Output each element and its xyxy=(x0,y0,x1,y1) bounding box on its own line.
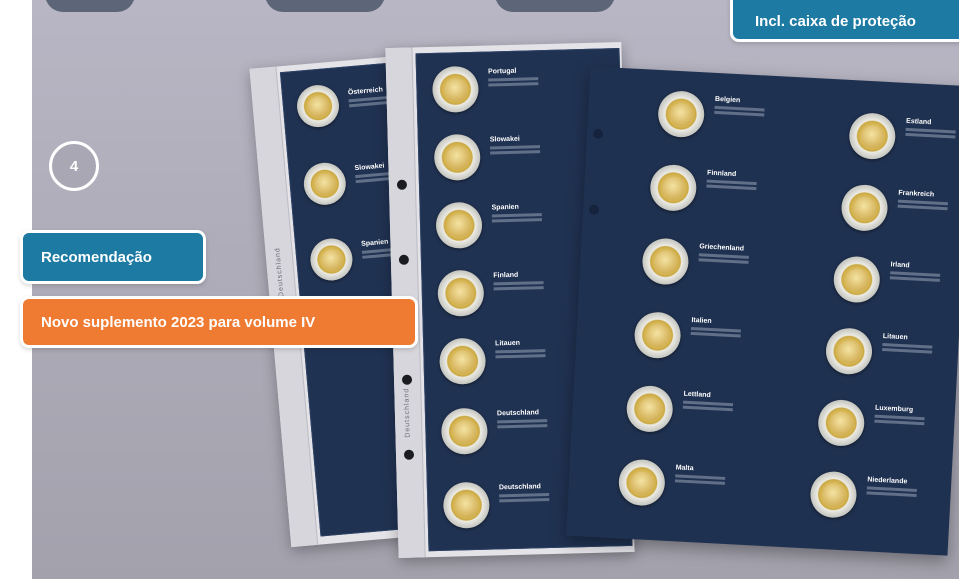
coin xyxy=(641,237,690,286)
new-supplement-badge: Novo suplemento 2023 para volume IV xyxy=(20,296,418,348)
coin-label: Slowakei xyxy=(490,134,541,155)
punch-hole xyxy=(588,204,600,215)
coin-label: Litauen xyxy=(882,332,933,354)
coin xyxy=(617,458,667,507)
coin xyxy=(657,89,706,139)
coin xyxy=(809,470,858,519)
coin xyxy=(832,255,881,304)
protection-box-badge: Incl. caixa de proteção xyxy=(730,0,959,42)
album-edge xyxy=(495,0,615,12)
coin-label: Griechenland xyxy=(698,242,750,264)
coin-label: Lettland xyxy=(682,390,734,412)
album-edge xyxy=(265,0,385,12)
coin-label: Italien xyxy=(690,316,742,338)
coin xyxy=(649,163,698,212)
coin-label: Luxemburg xyxy=(874,404,925,426)
coin xyxy=(824,327,874,376)
recommendation-badge: Recomendação xyxy=(20,230,206,284)
coin-label: Litauen xyxy=(495,338,546,359)
product-image: Deutschland Österreich Slowakei Spanien … xyxy=(0,0,959,579)
coin-label: Belgien xyxy=(714,95,765,117)
coin xyxy=(848,111,897,161)
punch-hole xyxy=(592,128,604,140)
coin xyxy=(633,311,682,360)
sleeve-label: Deutschland xyxy=(403,387,412,438)
front-coin-sheet: Belgien Finnland Griechenland Italien Le… xyxy=(565,66,959,556)
coin-label: Niederlande xyxy=(866,475,918,497)
coin-label: Malta xyxy=(674,463,726,485)
coin-label: Estland xyxy=(905,117,956,139)
coin-label: Deutschland xyxy=(497,408,548,429)
coin-label: Spanien xyxy=(491,202,542,223)
step-number-badge: 4 xyxy=(49,141,99,191)
coin xyxy=(625,384,674,434)
coin-label: Deutschland xyxy=(499,482,550,503)
coin-label: Finnland xyxy=(706,169,757,191)
album-edge xyxy=(45,0,135,12)
coin xyxy=(817,398,866,448)
coin-label: Portugal xyxy=(488,66,539,87)
coin-label: Frankreich xyxy=(897,189,949,211)
coin-label: Irland xyxy=(889,260,941,282)
coin-label: Finland xyxy=(493,270,544,291)
coin xyxy=(840,183,889,233)
